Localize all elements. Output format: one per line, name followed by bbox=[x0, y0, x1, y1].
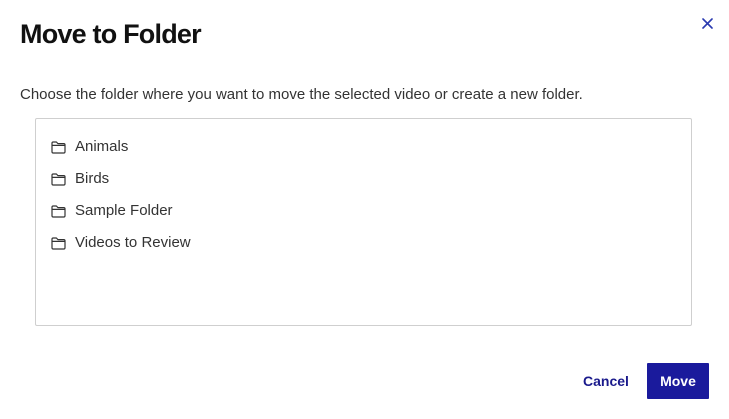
folder-item-sample-folder[interactable]: Sample Folder bbox=[36, 195, 691, 227]
folder-label: Birds bbox=[75, 170, 110, 187]
move-to-folder-dialog: Move to Folder Choose the folder where y… bbox=[0, 0, 729, 419]
folder-icon bbox=[51, 236, 66, 250]
dialog-title: Move to Folder bbox=[20, 19, 202, 49]
move-button[interactable]: Move bbox=[647, 363, 709, 399]
folder-list: Animals Birds Sample Folder Videos to Re… bbox=[36, 119, 691, 259]
folder-label: Videos to Review bbox=[75, 234, 191, 251]
close-icon bbox=[701, 17, 713, 29]
folder-icon bbox=[51, 204, 66, 218]
folder-label: Animals bbox=[75, 138, 129, 155]
folder-item-videos-to-review[interactable]: Videos to Review bbox=[36, 227, 691, 259]
cancel-button[interactable]: Cancel bbox=[572, 363, 640, 399]
folder-icon bbox=[51, 140, 66, 154]
folder-icon bbox=[51, 172, 66, 186]
folder-label: Sample Folder bbox=[75, 202, 173, 219]
close-button[interactable] bbox=[697, 13, 717, 33]
dialog-description: Choose the folder where you want to move… bbox=[20, 86, 583, 103]
folder-item-birds[interactable]: Birds bbox=[36, 163, 691, 195]
folder-item-animals[interactable]: Animals bbox=[36, 131, 691, 163]
folder-list-box: Animals Birds Sample Folder Videos to Re… bbox=[35, 118, 692, 326]
